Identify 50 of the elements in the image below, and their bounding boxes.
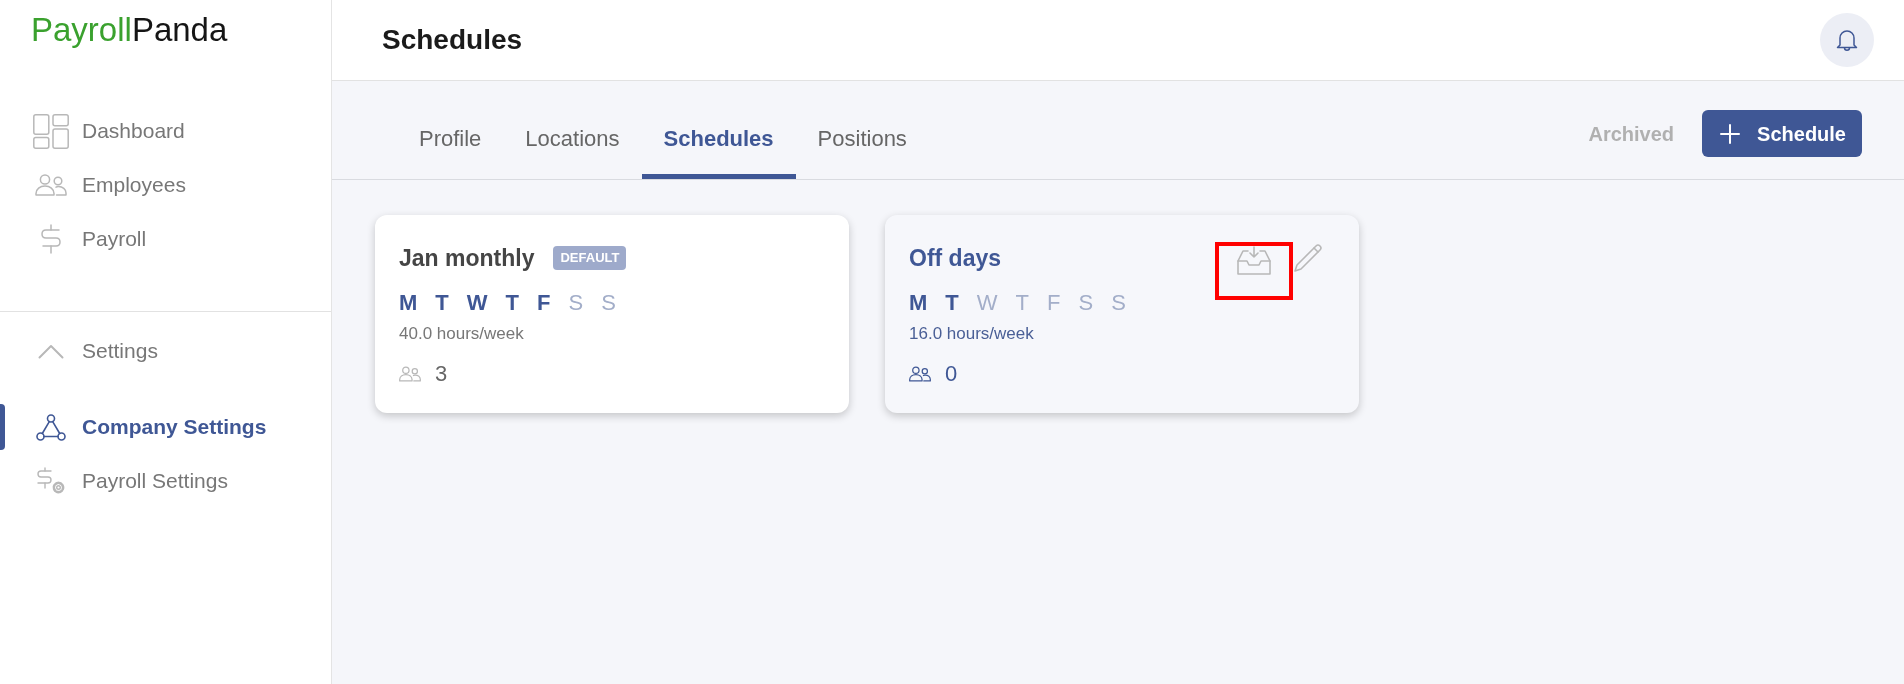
tab[interactable]: Schedules bbox=[641, 119, 796, 179]
schedule-name: Jan monthly bbox=[399, 244, 535, 273]
day-letter: S bbox=[1078, 289, 1094, 317]
day-letter: S bbox=[601, 289, 616, 317]
bell-icon bbox=[1836, 28, 1858, 52]
people-icon bbox=[35, 174, 67, 196]
inbox-icon[interactable] bbox=[1237, 246, 1271, 276]
sidebar-item[interactable]: Payroll Settings bbox=[5, 467, 228, 495]
add-schedule-button[interactable]: Schedule bbox=[1702, 110, 1862, 157]
chevron-up-icon bbox=[38, 343, 64, 359]
triangle-nodes-icon bbox=[36, 413, 66, 441]
app-logo: PayrollPanda bbox=[31, 11, 228, 49]
member-count: 3 bbox=[435, 360, 448, 388]
plus-icon bbox=[1720, 123, 1741, 144]
day-letter: T bbox=[435, 289, 449, 317]
page-title: Schedules bbox=[382, 23, 523, 57]
day-letter: T bbox=[505, 289, 519, 317]
tab[interactable]: Locations bbox=[503, 119, 642, 179]
day-letter: S bbox=[568, 289, 584, 317]
day-letter: T bbox=[945, 289, 959, 317]
sidebar-item[interactable]: Payroll bbox=[5, 224, 147, 254]
sidebar-item[interactable]: Employees bbox=[5, 171, 186, 199]
day-letter: S bbox=[1111, 289, 1126, 317]
schedule-name: Off days bbox=[909, 244, 1002, 273]
day-letter: W bbox=[976, 289, 998, 317]
active-indicator bbox=[0, 404, 5, 450]
settings-toggle[interactable]: Settings bbox=[5, 337, 158, 365]
hours-per-week: 16.0 hours/week bbox=[909, 323, 1035, 345]
schedule-card[interactable]: Jan monthly DEFAULT M T W T F S S 40.0 hours/week 3 bbox=[375, 215, 849, 413]
day-letter: M bbox=[399, 289, 418, 317]
tab[interactable]: Positions bbox=[795, 119, 929, 179]
dollar-icon bbox=[40, 224, 62, 254]
default-tag: DEFAULT bbox=[553, 246, 627, 270]
people-icon bbox=[909, 366, 931, 382]
schedule-card[interactable]: Off days M T W T F S S 16.0 hours/week 0 bbox=[885, 215, 1359, 413]
hours-per-week: 40.0 hours/week bbox=[399, 323, 525, 345]
pencil-icon[interactable] bbox=[1293, 242, 1323, 273]
day-letter: T bbox=[1015, 289, 1029, 317]
sidebar-item[interactable]: Dashboard bbox=[5, 113, 185, 149]
member-count: 0 bbox=[945, 360, 958, 388]
tab[interactable]: Profile bbox=[397, 119, 504, 179]
sidebar-item[interactable]: Company Settings bbox=[5, 413, 267, 441]
day-letter: M bbox=[909, 289, 928, 317]
day-letter: W bbox=[466, 289, 488, 317]
notifications-button[interactable] bbox=[1820, 13, 1874, 67]
dashboard-icon bbox=[33, 113, 69, 149]
people-icon bbox=[399, 366, 421, 382]
day-letter: F bbox=[1047, 289, 1061, 317]
dollar-gear-icon bbox=[36, 467, 66, 495]
day-letter: F bbox=[537, 289, 551, 317]
